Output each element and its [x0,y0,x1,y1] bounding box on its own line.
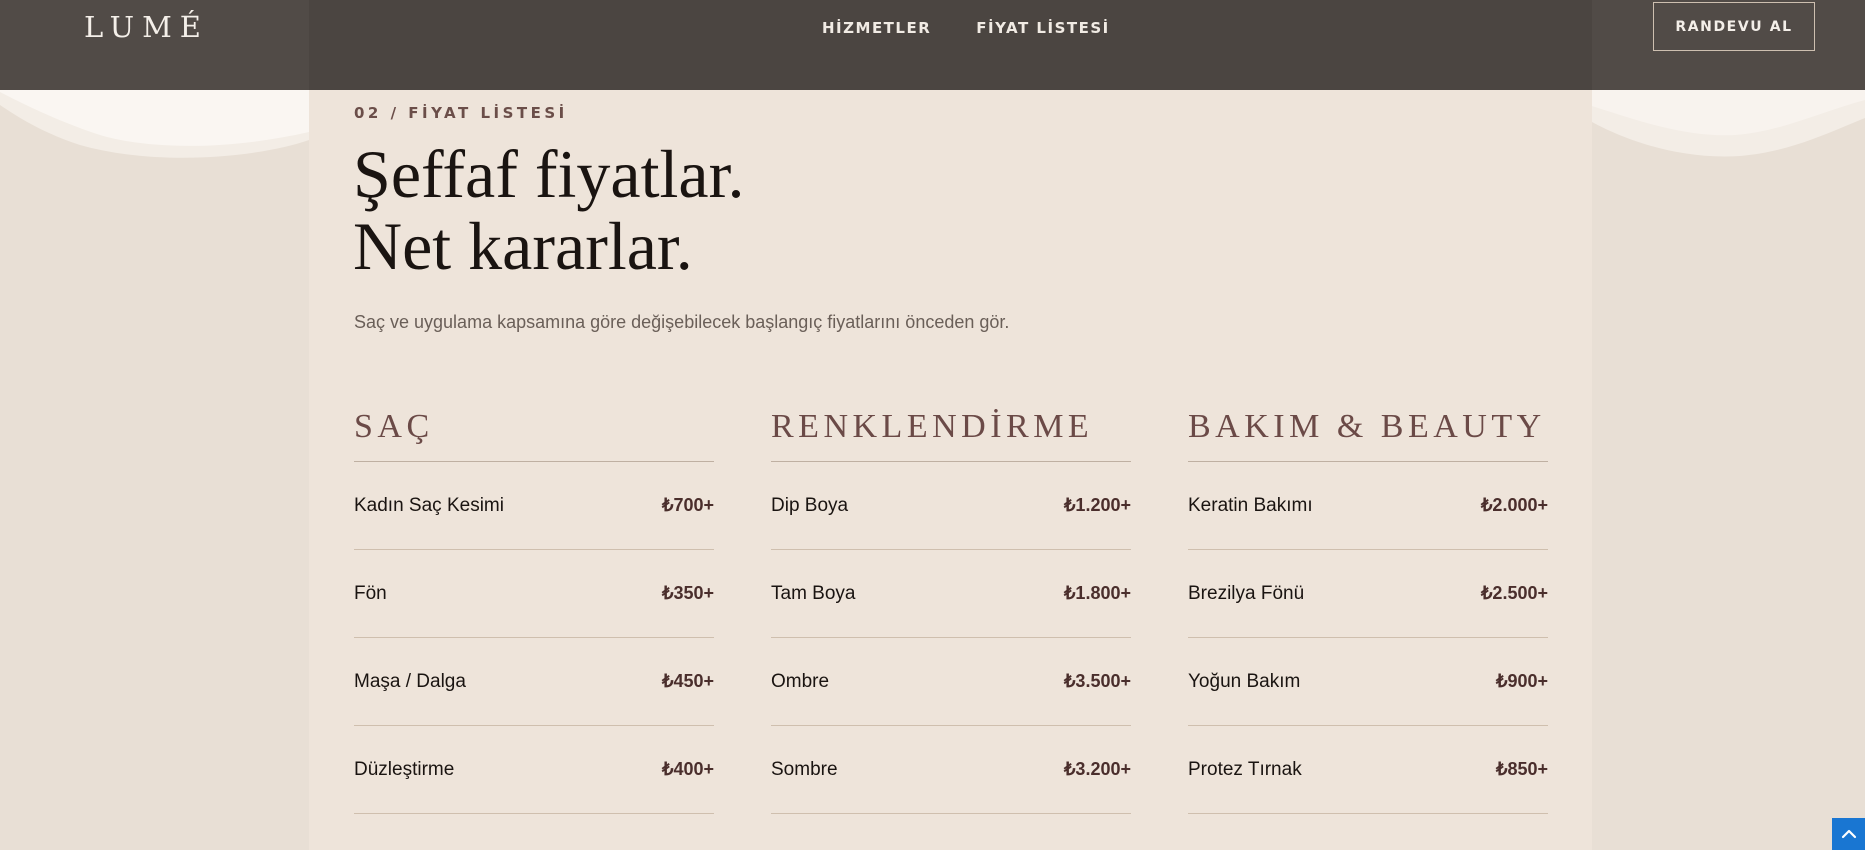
price-row: Düzleştirme ₺400+ [354,726,714,814]
price-row: Kadın Saç Kesimi ₺700+ [354,462,714,550]
service-price: ₺3.500+ [1063,671,1131,691]
site-header: LUMÉ HİZMETLER FİYAT LİSTESİ RANDEVU AL [0,0,1865,90]
service-price: ₺2.000+ [1480,495,1548,515]
price-row: Maşa / Dalga ₺450+ [354,638,714,726]
chevron-up-icon [1841,829,1856,839]
price-row: Ombre ₺3.500+ [771,638,1131,726]
service-name: Keratin Bakımı [1188,494,1313,516]
page-title: Şeffaf fiyatlar. Net kararlar. [353,138,744,282]
category-title: SAÇ [354,402,714,462]
price-row: Protez Tırnak ₺850+ [1188,726,1548,814]
price-row: Yoğun Bakım ₺900+ [1188,638,1548,726]
scroll-to-top-button[interactable] [1832,818,1865,850]
price-row: Sombre ₺3.200+ [771,726,1131,814]
service-name: Tam Boya [771,582,856,604]
service-price: ₺450+ [662,671,714,691]
category-renklendirme: RENKLENDİRME Dip Boya ₺1.200+ Tam Boya ₺… [771,402,1131,814]
price-list-section: 02 / FİYAT LİSTESİ Şeffaf fiyatlar. Net … [309,90,1592,850]
service-name: Kadın Saç Kesimi [354,494,504,516]
price-row: Fön ₺350+ [354,550,714,638]
price-row: Keratin Bakımı ₺2.000+ [1188,462,1548,550]
nav-link-fiyat-listesi[interactable]: FİYAT LİSTESİ [976,19,1109,37]
service-price: ₺700+ [662,495,714,515]
service-name: Protez Tırnak [1188,758,1302,780]
price-row: Tam Boya ₺1.800+ [771,550,1131,638]
service-price: ₺400+ [662,759,714,779]
book-appointment-button[interactable]: RANDEVU AL [1653,2,1815,51]
service-name: Sombre [771,758,838,780]
service-name: Fön [354,582,387,604]
service-price: ₺900+ [1496,671,1548,691]
category-title: RENKLENDİRME [771,402,1131,462]
service-price: ₺2.500+ [1480,583,1548,603]
service-name: Ombre [771,670,830,692]
service-price: ₺3.200+ [1063,759,1131,779]
page-title-line-2: Net kararlar. [353,208,693,284]
price-columns: SAÇ Kadın Saç Kesimi ₺700+ Fön ₺350+ Maş… [354,402,1548,814]
page-title-line-1: Şeffaf fiyatlar. [353,136,745,212]
service-name: Dip Boya [771,494,849,516]
category-title: BAKIM & BEAUTY [1188,402,1548,462]
service-name: Yoğun Bakım [1188,670,1301,692]
service-price: ₺1.800+ [1063,583,1131,603]
service-name: Düzleştirme [354,758,455,780]
brand-logo[interactable]: LUMÉ [84,10,209,44]
service-price: ₺1.200+ [1063,495,1131,515]
service-price: ₺350+ [662,583,714,603]
price-row: Dip Boya ₺1.200+ [771,462,1131,550]
service-name: Brezilya Fönü [1188,582,1305,604]
category-sac: SAÇ Kadın Saç Kesimi ₺700+ Fön ₺350+ Maş… [354,402,714,814]
service-name: Maşa / Dalga [354,670,466,692]
price-row: Brezilya Fönü ₺2.500+ [1188,550,1548,638]
category-bakim-beauty: BAKIM & BEAUTY Keratin Bakımı ₺2.000+ Br… [1188,402,1548,814]
main-nav: HİZMETLER FİYAT LİSTESİ [822,19,1110,37]
section-eyebrow: 02 / FİYAT LİSTESİ [354,104,568,122]
nav-link-hizmetler[interactable]: HİZMETLER [822,19,931,37]
service-price: ₺850+ [1496,759,1548,779]
section-subtitle: Saç ve uygulama kapsamına göre değişebil… [354,312,1010,332]
